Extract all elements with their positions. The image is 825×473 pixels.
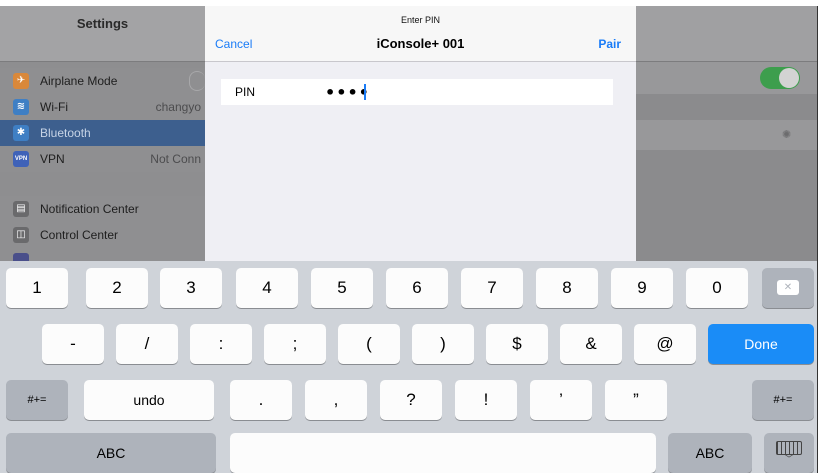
- key-open-paren[interactable]: (: [338, 324, 400, 364]
- vpn-icon: VPN: [13, 151, 29, 167]
- spinner-icon: ✺: [782, 129, 792, 141]
- sidebar-item-label: VPN: [40, 152, 65, 166]
- do-not-disturb-icon: [13, 253, 29, 261]
- pair-button[interactable]: Pair: [598, 37, 621, 51]
- cancel-button[interactable]: Cancel: [215, 37, 252, 51]
- devices-row: ✺: [636, 120, 817, 150]
- pin-modal: Enter PIN iConsole+ 001 Cancel Pair PIN: [205, 6, 636, 261]
- bluetooth-icon: ✱: [13, 125, 29, 141]
- space-key[interactable]: [230, 433, 656, 473]
- key-2[interactable]: 2: [86, 268, 148, 308]
- key-ampersand[interactable]: &: [560, 324, 622, 364]
- number-keyboard: 1 2 3 4 5 6 7 8 9 0 ✕ - / : ; ( ) $ & @ …: [0, 261, 817, 473]
- sidebar-item-label: Bluetooth: [40, 126, 91, 140]
- key-6[interactable]: 6: [386, 268, 448, 308]
- more-symbols-key-right[interactable]: #+=: [752, 380, 814, 420]
- key-question[interactable]: ?: [380, 380, 442, 420]
- sidebar-item-bluetooth[interactable]: ✱ Bluetooth: [0, 120, 205, 146]
- key-9[interactable]: 9: [611, 268, 673, 308]
- key-close-paren[interactable]: ): [412, 324, 474, 364]
- key-quote[interactable]: ”: [605, 380, 667, 420]
- key-dollar[interactable]: $: [486, 324, 548, 364]
- sidebar-item-vpn[interactable]: VPN VPN Not Conn: [0, 146, 205, 172]
- airplane-icon: ✈: [13, 73, 29, 89]
- key-5[interactable]: 5: [311, 268, 373, 308]
- sidebar-item-wifi[interactable]: ≋ Wi-Fi changyo: [0, 94, 205, 120]
- sidebar-item-partial: [0, 248, 205, 261]
- key-apostrophe[interactable]: ’: [530, 380, 592, 420]
- sidebar-item-label: Control Center: [40, 228, 119, 242]
- key-at[interactable]: @: [634, 324, 696, 364]
- backspace-icon: ✕: [777, 279, 799, 295]
- key-hyphen[interactable]: -: [42, 324, 104, 364]
- key-colon[interactable]: :: [190, 324, 252, 364]
- modal-header: Enter PIN iConsole+ 001 Cancel Pair: [205, 6, 636, 62]
- sidebar-item-label: Wi-Fi: [40, 100, 68, 114]
- keyboard-hide-icon: [776, 441, 802, 455]
- key-1[interactable]: 1: [6, 268, 68, 308]
- key-comma[interactable]: ,: [305, 380, 367, 420]
- sidebar-header: Settings: [0, 6, 205, 62]
- sidebar-item-notification-center[interactable]: ▤ Notification Center: [0, 196, 205, 222]
- sidebar-item-airplane-mode[interactable]: ✈ Airplane Mode: [0, 68, 205, 94]
- key-8[interactable]: 8: [536, 268, 598, 308]
- done-key[interactable]: Done: [708, 324, 814, 364]
- text-caret: [364, 84, 366, 100]
- sidebar-item-value: Not Conn: [150, 152, 201, 166]
- more-symbols-key-left[interactable]: #+=: [6, 380, 68, 420]
- key-slash[interactable]: /: [116, 324, 178, 364]
- ipad-screen: Settings ✈ Airplane Mode ≋ Wi-Fi changyo…: [0, 6, 818, 473]
- sidebar-item-label: Notification Center: [40, 202, 139, 216]
- airplane-toggle-edge[interactable]: [189, 71, 205, 91]
- sidebar-item-value: changyo: [155, 100, 201, 114]
- toggle-knob: [779, 68, 799, 88]
- control-center-icon: ◫: [13, 227, 29, 243]
- sidebar-title: Settings: [76, 16, 129, 31]
- notification-center-icon: ▤: [13, 201, 29, 217]
- key-4[interactable]: 4: [236, 268, 298, 308]
- key-0[interactable]: 0: [686, 268, 748, 308]
- sidebar-item-label: Airplane Mode: [40, 74, 118, 88]
- undo-key[interactable]: undo: [84, 380, 214, 420]
- key-3[interactable]: 3: [160, 268, 222, 308]
- key-7[interactable]: 7: [461, 268, 523, 308]
- pin-label: PIN: [235, 85, 256, 99]
- detail-header: [636, 6, 817, 62]
- key-exclamation[interactable]: !: [455, 380, 517, 420]
- key-period[interactable]: .: [230, 380, 292, 420]
- abc-key-left[interactable]: ABC: [6, 433, 216, 473]
- modal-title: iConsole+ 001: [376, 36, 465, 51]
- wifi-icon: ≋: [13, 99, 29, 115]
- bluetooth-detail-pane: ✺: [636, 6, 817, 261]
- pin-field-row: PIN: [221, 79, 613, 105]
- key-semicolon[interactable]: ;: [264, 324, 326, 364]
- hide-keyboard-key[interactable]: ﹀: [764, 433, 814, 473]
- settings-sidebar: Settings ✈ Airplane Mode ≋ Wi-Fi changyo…: [0, 6, 205, 261]
- modal-prompt: Enter PIN: [400, 15, 440, 25]
- backspace-key[interactable]: ✕: [762, 268, 814, 308]
- sidebar-item-control-center[interactable]: ◫ Control Center: [0, 222, 205, 248]
- bluetooth-toggle[interactable]: [760, 67, 800, 89]
- bluetooth-toggle-row: [636, 62, 817, 94]
- chevron-down-icon: ﹀: [784, 454, 794, 464]
- abc-key-right[interactable]: ABC: [668, 433, 752, 473]
